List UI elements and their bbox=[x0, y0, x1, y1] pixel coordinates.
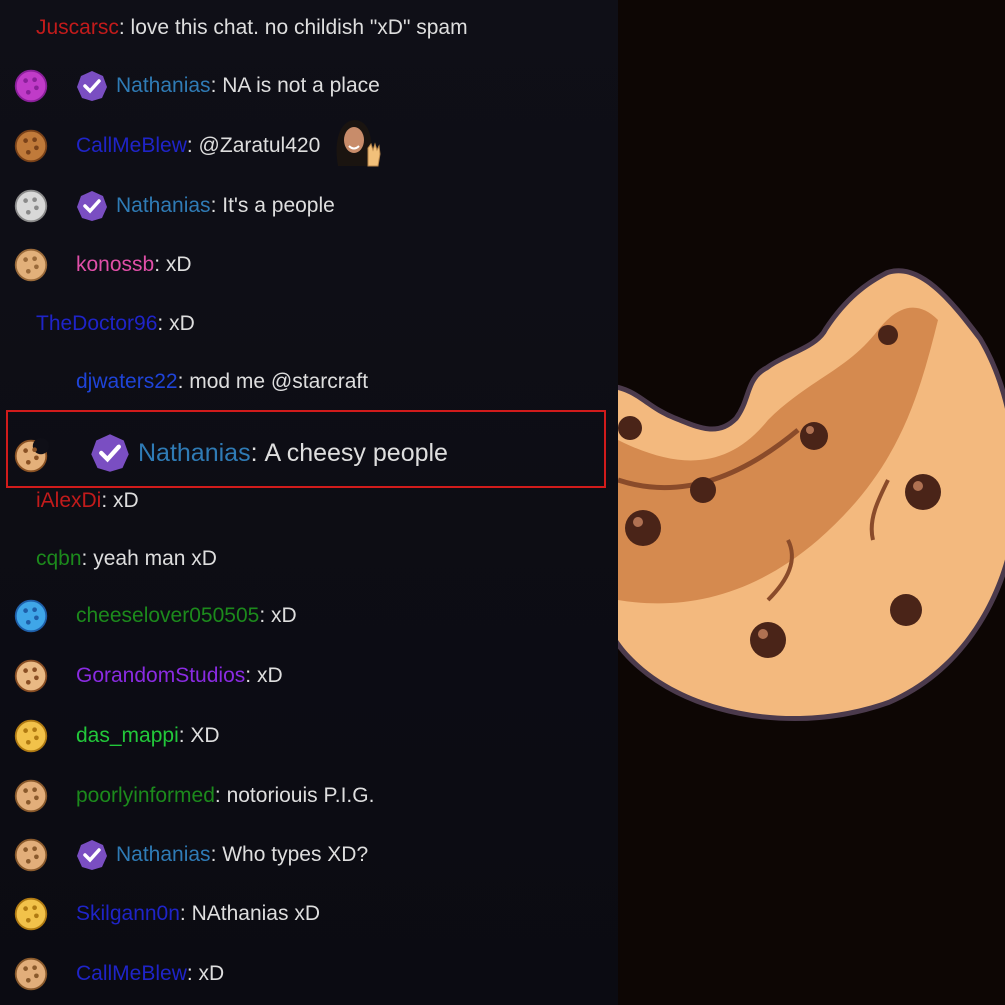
golden-cookie-icon bbox=[14, 897, 48, 931]
user-cookie-badge bbox=[12, 247, 50, 283]
message-separator: : bbox=[154, 253, 166, 276]
user-cookie-badge bbox=[12, 598, 50, 634]
chat-username[interactable]: cheeselover050505 bbox=[76, 604, 259, 628]
chat-message: konossb: xD bbox=[0, 245, 618, 285]
crumbly-cookie-icon bbox=[14, 248, 48, 282]
chat-message-text: mod me @starcraft bbox=[189, 370, 369, 393]
message-separator: : bbox=[259, 604, 271, 627]
chocolate-chip-cookie-icon bbox=[14, 659, 48, 693]
giant-bitten-cookie-icon bbox=[618, 268, 1005, 721]
chat-username[interactable]: TheDoctor96 bbox=[36, 312, 157, 336]
chat-message-text: @Zaratul420 bbox=[198, 134, 321, 157]
chat-message: das_mappi: XD bbox=[0, 716, 618, 756]
chat-message-text: xD bbox=[169, 312, 195, 335]
chat-username[interactable]: Nathanias bbox=[116, 843, 211, 867]
verified-badge-icon bbox=[77, 191, 107, 221]
purple-cookie-icon bbox=[14, 69, 48, 103]
chat-message: GorandomStudios: xD bbox=[0, 656, 618, 696]
message-separator: : bbox=[210, 74, 223, 97]
message-separator: : bbox=[186, 134, 199, 157]
chat-message: TheDoctor96: xD bbox=[0, 304, 618, 344]
chat-username[interactable]: djwaters22 bbox=[76, 370, 178, 394]
verified-badge bbox=[76, 70, 108, 102]
verified-badge bbox=[76, 839, 108, 871]
chat-message: poorlyinformed: notoriouis P.I.G. bbox=[0, 776, 618, 816]
chat-message: Nathanias: It's a people bbox=[0, 186, 618, 226]
message-separator: : bbox=[186, 962, 199, 985]
blue-cookie-icon bbox=[14, 599, 48, 633]
chat-message: CallMeBlew: @Zaratul420 bbox=[0, 120, 618, 167]
chat-message-text: xD bbox=[165, 253, 192, 276]
chat-message-text: love this chat. no childish "xD" spam bbox=[130, 16, 468, 39]
verified-badge-icon bbox=[77, 840, 107, 870]
chat-message-text: xD bbox=[113, 489, 139, 512]
message-separator: : bbox=[210, 843, 223, 866]
user-cookie-badge bbox=[12, 837, 50, 873]
message-separator: : bbox=[177, 370, 190, 393]
chat-message: Skilgann0n: NAthanias xD bbox=[0, 894, 618, 934]
message-separator: : bbox=[210, 194, 223, 217]
stacked-cookie-icon bbox=[14, 779, 48, 813]
chat-message-text: Who types XD? bbox=[222, 843, 369, 866]
message-separator: : bbox=[101, 489, 114, 512]
highlight-box bbox=[6, 410, 606, 488]
user-cookie-badge bbox=[12, 128, 50, 164]
chat-message: cheeselover050505: xD bbox=[0, 596, 618, 636]
chat-panel: Juscarsc: love this chat. no childish "x… bbox=[0, 0, 618, 1005]
chat-message: cqbn: yeah man xD bbox=[0, 539, 618, 579]
chat-message-text: xD bbox=[198, 962, 225, 985]
message-separator: : bbox=[245, 664, 257, 687]
chat-username[interactable]: Skilgann0n bbox=[76, 902, 180, 926]
stream-view bbox=[618, 0, 1005, 1005]
chat-message-text: xD bbox=[270, 604, 297, 627]
brown-cookie-icon bbox=[14, 129, 48, 163]
chat-username[interactable]: cqbn bbox=[36, 547, 82, 571]
chat-message-text: It's a people bbox=[222, 194, 335, 217]
golden-cookie-icon bbox=[14, 719, 48, 753]
waving-woman-emote bbox=[336, 120, 381, 167]
silver-cookie-icon bbox=[14, 189, 48, 223]
verified-badge-icon bbox=[77, 71, 107, 101]
chat-message-text: XD bbox=[190, 724, 220, 747]
chat-message: Nathanias: NA is not a place bbox=[0, 66, 618, 106]
verified-badge bbox=[76, 190, 108, 222]
chat-message-text: NA is not a place bbox=[222, 74, 380, 97]
user-cookie-badge bbox=[12, 188, 50, 224]
chat-message-text: NAthanias xD bbox=[191, 902, 320, 925]
user-cookie-badge bbox=[12, 68, 50, 104]
user-cookie-badge bbox=[12, 896, 50, 932]
message-separator: : bbox=[179, 902, 192, 925]
stacked-cookie-icon bbox=[14, 838, 48, 872]
chat-username[interactable]: das_mappi bbox=[76, 724, 179, 748]
chat-message-text: xD bbox=[256, 664, 283, 687]
message-separator: : bbox=[157, 312, 170, 335]
chat-username[interactable]: CallMeBlew bbox=[76, 134, 187, 158]
chat-username[interactable]: Nathanias bbox=[116, 74, 211, 98]
chat-message-text: notoriouis P.I.G. bbox=[226, 784, 375, 807]
chat-message: CallMeBlew: xD bbox=[0, 954, 618, 994]
chat-message-text: yeah man xD bbox=[93, 547, 217, 570]
chat-username[interactable]: GorandomStudios bbox=[76, 664, 245, 688]
message-separator: : bbox=[118, 16, 131, 39]
user-cookie-badge bbox=[12, 718, 50, 754]
chat-message: Nathanias: Who types XD? bbox=[0, 835, 618, 875]
message-separator: : bbox=[178, 724, 191, 747]
chat-username[interactable]: Nathanias bbox=[116, 194, 211, 218]
chat-username[interactable]: CallMeBlew bbox=[76, 962, 187, 986]
message-separator: : bbox=[214, 784, 227, 807]
user-cookie-badge bbox=[12, 956, 50, 992]
chat-message: Juscarsc: love this chat. no childish "x… bbox=[0, 8, 618, 48]
stacked-cookie-icon bbox=[14, 957, 48, 991]
chat-username[interactable]: konossb bbox=[76, 253, 154, 277]
chat-username[interactable]: Juscarsc bbox=[36, 16, 119, 40]
message-separator: : bbox=[81, 547, 94, 570]
chat-message: djwaters22: mod me @starcraft bbox=[0, 362, 618, 402]
chat-username[interactable]: iAlexDi bbox=[36, 489, 101, 513]
user-cookie-badge bbox=[12, 778, 50, 814]
user-cookie-badge bbox=[12, 658, 50, 694]
chat-username[interactable]: poorlyinformed bbox=[76, 784, 215, 808]
